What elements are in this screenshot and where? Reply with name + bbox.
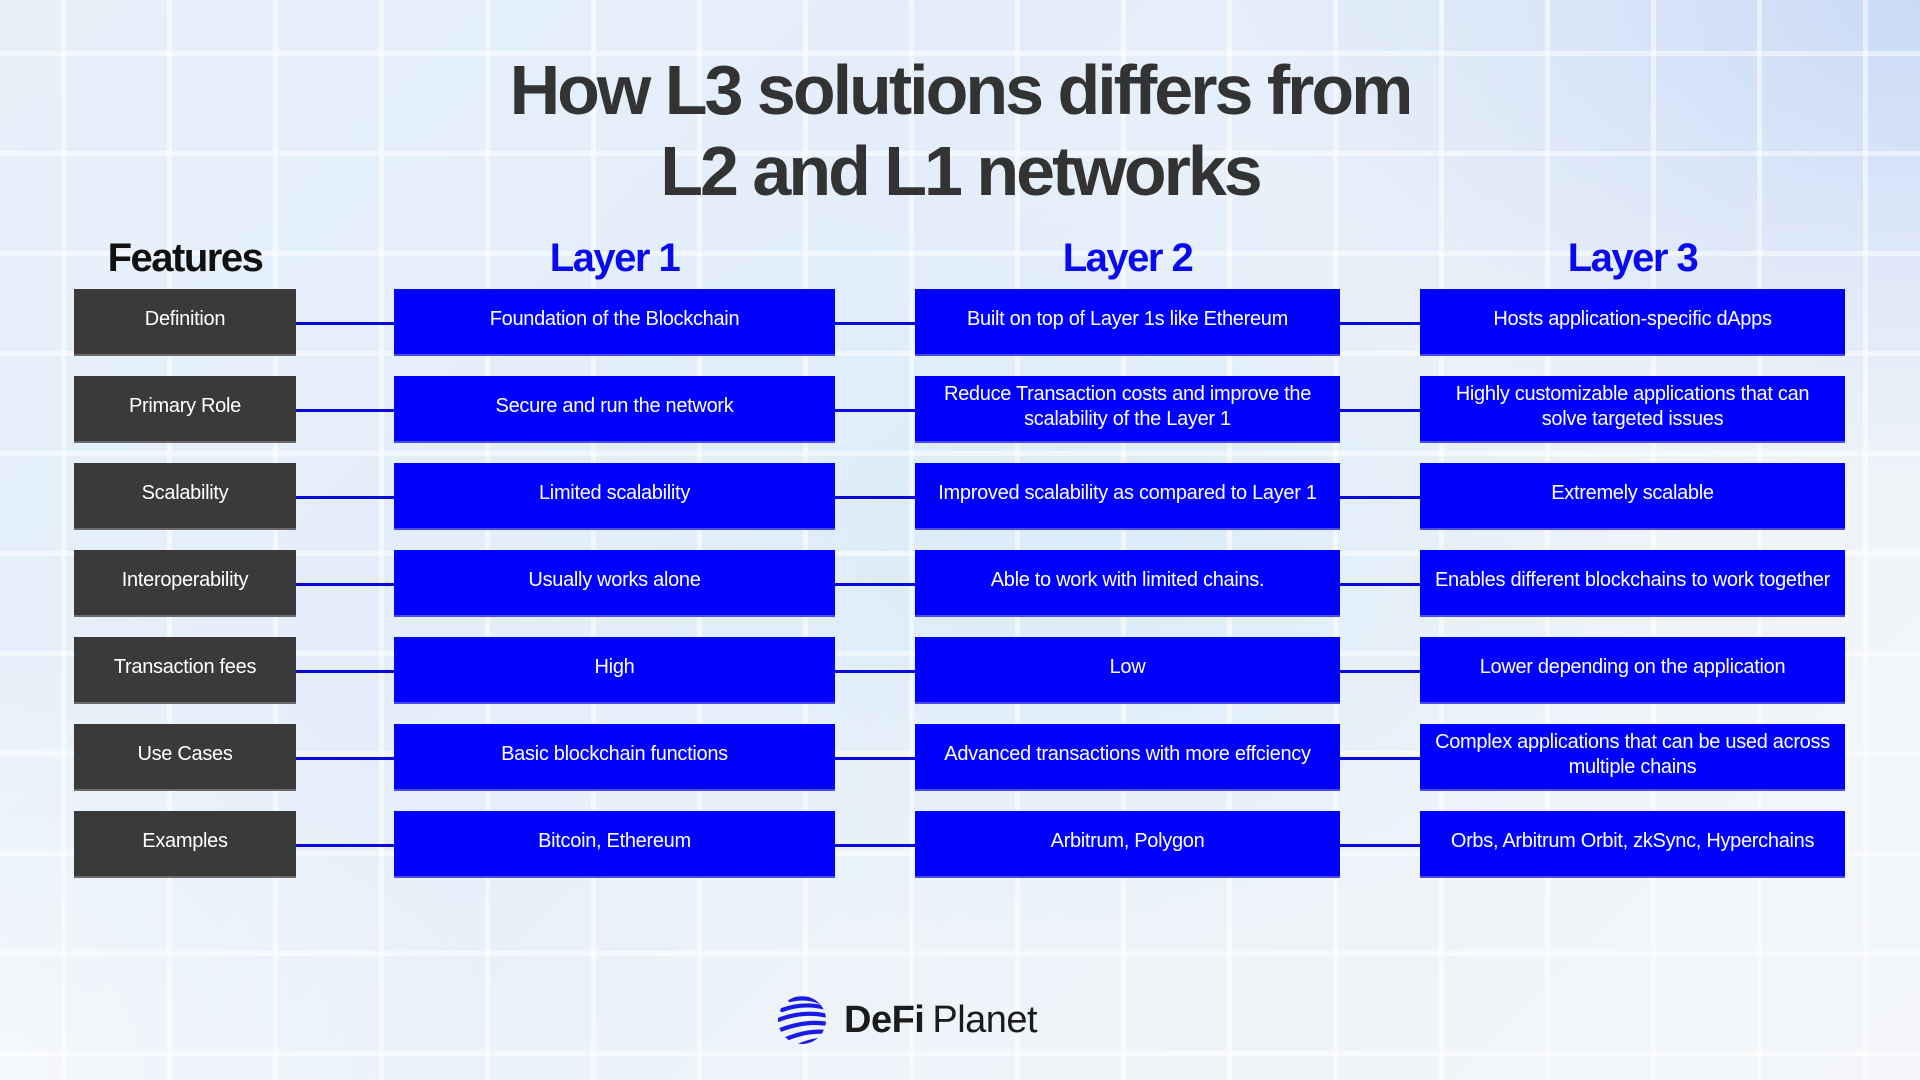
header-layer-3: Layer 3 [1567, 236, 1699, 280]
feature-cell: Scalability [74, 463, 296, 530]
connector-line [835, 496, 915, 499]
layer-1-cell: Usually works alone [394, 550, 835, 617]
feature-cell-text: Interoperability [121, 569, 249, 591]
feature-cell: Transaction fees [74, 637, 296, 704]
connector-line [296, 757, 394, 760]
connector-line [835, 322, 915, 325]
layer-1-cell: Bitcoin, Ethereum [394, 811, 835, 878]
layer-3-cell: Enables different blockchains to work to… [1420, 550, 1845, 617]
layer-2-cell-text: Built on top of Layer 1s like Ethereum [966, 308, 1288, 330]
layer-3-cell: Hosts application-specific dApps [1420, 289, 1845, 356]
connector-line [296, 322, 394, 325]
globe-icon [778, 996, 826, 1044]
layer-2-cell: Built on top of Layer 1s like Ethereum [915, 289, 1340, 356]
layer-3-cell-text: Lower depending on the application [1479, 656, 1786, 678]
layer-1-cell: Secure and run the network [394, 376, 835, 443]
layer-1-cell: Basic blockchain functions [394, 724, 835, 791]
connector-line [296, 409, 394, 412]
layer-2-cell-text: Improved scalability as compared to Laye… [938, 482, 1317, 504]
brand-name: DeFi Planet [844, 998, 1038, 1042]
layer-3-cell: Complex applications that can be used ac… [1420, 724, 1845, 791]
connector-line [835, 757, 915, 760]
layer-2-cell-text: Reduce Transaction costs and improve the… [943, 382, 1312, 430]
layer-3-cell: Orbs, Arbitrum Orbit, zkSync, Hyperchain… [1420, 811, 1845, 878]
connector-line [296, 496, 394, 499]
feature-cell: Primary Role [74, 376, 296, 443]
layer-1-cell-text: Secure and run the network [495, 395, 734, 417]
layer-2-cell: Arbitrum, Polygon [915, 811, 1340, 878]
feature-cell-text: Definition [144, 308, 226, 330]
layer-1-cell: Limited scalability [394, 463, 835, 530]
connector-line [835, 409, 915, 412]
layer-2-cell-text: Advanced transactions with more effcienc… [944, 743, 1311, 765]
layer-3-cell-text: Orbs, Arbitrum Orbit, zkSync, Hyperchain… [1450, 830, 1815, 852]
layer-2-cell-text: Low [1109, 656, 1146, 678]
layer-1-cell: High [394, 637, 835, 704]
feature-cell-text: Use Cases [137, 743, 233, 765]
feature-cell-text: Transaction fees [113, 656, 257, 678]
layer-1-cell-text: Limited scalability [538, 482, 691, 504]
layer-3-cell: Extremely scalable [1420, 463, 1845, 530]
feature-cell-text: Scalability [141, 482, 229, 504]
layer-3-cell: Highly customizable applications that ca… [1420, 376, 1845, 443]
header-layer-1: Layer 1 [549, 236, 681, 280]
layer-2-cell: Reduce Transaction costs and improve the… [915, 376, 1340, 443]
layer-2-cell: Improved scalability as compared to Laye… [915, 463, 1340, 530]
layer-2-cell: Able to work with limited chains. [915, 550, 1340, 617]
layer-1-cell: Foundation of the Blockchain [394, 289, 835, 356]
layer-3-cell-text: Highly customizable applications that ca… [1455, 382, 1810, 430]
layer-1-cell-text: High [594, 656, 635, 678]
connector-line [1340, 670, 1420, 673]
feature-cell: Interoperability [74, 550, 296, 617]
layer-1-cell-text: Bitcoin, Ethereum [538, 830, 691, 852]
layer-2-cell: Low [915, 637, 1340, 704]
layer-3-cell: Lower depending on the application [1420, 637, 1845, 704]
connector-line [296, 583, 394, 586]
layer-2-cell: Advanced transactions with more effcienc… [915, 724, 1340, 791]
layer-2-cell-text: Arbitrum, Polygon [1050, 830, 1205, 852]
connector-line [1340, 496, 1420, 499]
feature-cell: Definition [74, 289, 296, 356]
feature-cell-text: Primary Role [129, 395, 241, 417]
title-line-2: L2 and L1 networks [660, 132, 1262, 210]
connector-line [1340, 322, 1420, 325]
connector-line [835, 583, 915, 586]
connector-line [1340, 583, 1420, 586]
connector-line [296, 670, 394, 673]
connector-line [296, 844, 394, 847]
connector-line [835, 670, 915, 673]
layer-1-cell-text: Basic blockchain functions [501, 743, 728, 765]
layer-1-cell-text: Foundation of the Blockchain [489, 308, 740, 330]
connector-line [835, 844, 915, 847]
layer-1-cell-text: Usually works alone [528, 569, 701, 591]
layer-2-cell-text: Able to work with limited chains. [990, 569, 1265, 591]
brand-name-bold: DeFi [844, 998, 925, 1041]
brand-name-regular: Planet [932, 998, 1038, 1041]
layer-3-cell-text: Extremely scalable [1551, 482, 1714, 504]
title-line-1: How L3 solutions differs from [509, 51, 1414, 129]
connector-line [1340, 757, 1420, 760]
feature-cell: Use Cases [74, 724, 296, 791]
feature-cell-text: Examples [142, 830, 228, 852]
connector-line [1340, 844, 1420, 847]
header-layer-2: Layer 2 [1062, 236, 1194, 280]
layer-3-cell-text: Hosts application-specific dApps [1493, 308, 1772, 330]
header-features: Features [107, 236, 264, 280]
layer-3-cell-text: Enables different blockchains to work to… [1435, 569, 1830, 591]
feature-cell: Examples [74, 811, 296, 878]
connector-line [1340, 409, 1420, 412]
layer-3-cell-text: Complex applications that can be used ac… [1435, 730, 1830, 778]
defi-planet-logo: DeFi Planet [776, 994, 1038, 1046]
page-title: How L3 solutions differs from L2 and L1 … [0, 50, 1920, 212]
